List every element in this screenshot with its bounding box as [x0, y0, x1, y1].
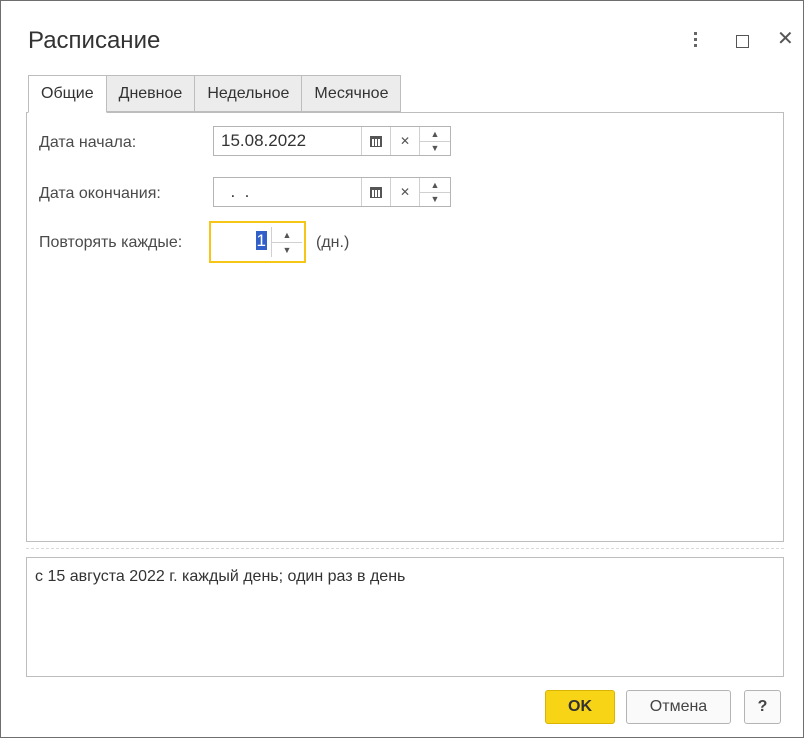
more-actions-icon[interactable]	[691, 29, 699, 51]
end-date-input[interactable]: . .	[214, 178, 361, 206]
spin-up-icon[interactable]: ▲	[420, 127, 450, 142]
tab-bar: Общие Дневное Недельное Месячное	[28, 75, 402, 113]
clear-button[interactable]: ✕	[390, 178, 419, 206]
tab-general[interactable]: Общие	[28, 75, 107, 113]
schedule-summary: с 15 августа 2022 г. каждый день; один р…	[26, 557, 784, 677]
tab-weekly[interactable]: Недельное	[194, 75, 303, 112]
maximize-icon[interactable]	[736, 35, 749, 48]
spin-up-icon[interactable]: ▲	[420, 178, 450, 193]
repeat-unit-label: (дн.)	[316, 234, 350, 251]
cancel-button[interactable]: Отмена	[626, 690, 731, 724]
spin-down-icon[interactable]: ▼	[272, 242, 302, 257]
spin-down-icon[interactable]: ▼	[420, 192, 450, 206]
clear-icon: ✕	[399, 185, 411, 199]
spin-up-icon[interactable]: ▲	[272, 227, 302, 243]
calendar-icon	[370, 186, 382, 198]
start-date-label: Дата начала:	[39, 134, 137, 151]
splitter[interactable]	[26, 548, 784, 549]
clear-icon: ✕	[399, 134, 411, 148]
dialog-title: Расписание	[28, 27, 161, 54]
schedule-dialog: Расписание ✕ Общие Дневное Недельное Мес…	[0, 0, 804, 738]
tab-monthly[interactable]: Месячное	[301, 75, 402, 112]
close-icon[interactable]: ✕	[777, 26, 794, 51]
repeat-every-value: 1	[255, 231, 267, 250]
end-date-label: Дата окончания:	[39, 185, 161, 202]
clear-button[interactable]: ✕	[390, 127, 419, 155]
end-date-field[interactable]: . . ✕ ▲ ▼	[213, 177, 451, 207]
ok-button[interactable]: OK	[545, 690, 615, 724]
tab-daily[interactable]: Дневное	[105, 75, 196, 112]
repeat-every-field[interactable]: 1 ▲ ▼	[209, 221, 306, 263]
end-date-spinner[interactable]: ▲ ▼	[419, 178, 450, 206]
start-date-field[interactable]: 15.08.2022 ✕ ▲ ▼	[213, 126, 451, 156]
calendar-icon	[370, 135, 382, 147]
calendar-button[interactable]	[361, 178, 390, 206]
repeat-every-spinner[interactable]: ▲ ▼	[271, 227, 302, 257]
repeat-every-input[interactable]: 1	[211, 223, 271, 261]
spin-down-icon[interactable]: ▼	[420, 141, 450, 155]
start-date-spinner[interactable]: ▲ ▼	[419, 127, 450, 155]
help-button[interactable]: ?	[744, 690, 781, 724]
calendar-button[interactable]	[361, 127, 390, 155]
start-date-input[interactable]: 15.08.2022	[214, 127, 361, 155]
repeat-every-label: Повторять каждые:	[39, 234, 183, 251]
